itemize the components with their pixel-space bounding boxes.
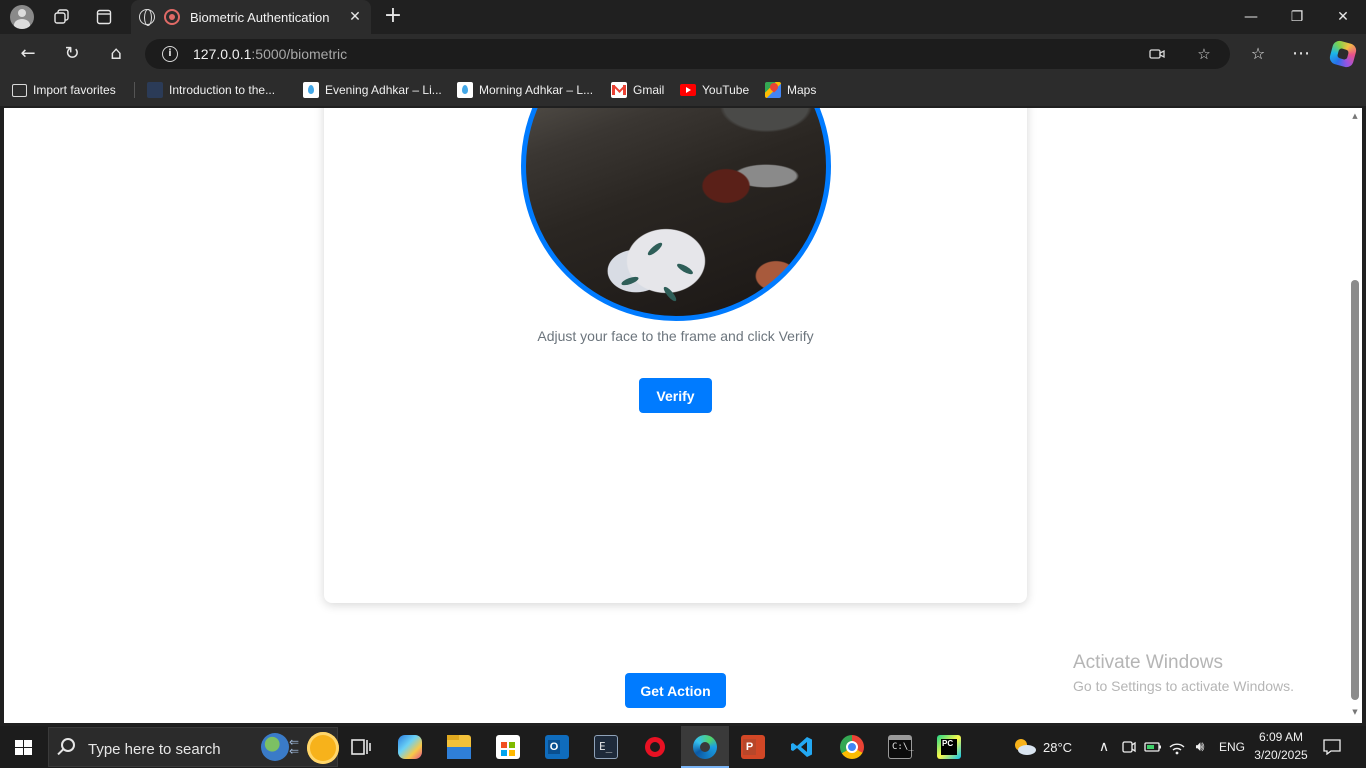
vscode-icon[interactable]	[790, 735, 814, 759]
input-language[interactable]: ENG	[1219, 740, 1245, 754]
favorite-gmail[interactable]: Gmail	[611, 82, 664, 98]
taskbar-search-box[interactable]: Type here to search ⇐ ⇐	[48, 727, 339, 767]
powerpoint-icon[interactable]: P	[741, 735, 765, 759]
favorite-label: Morning Adhkar – L...	[479, 83, 594, 97]
scroll-down-icon[interactable]: ▼	[1350, 708, 1360, 716]
workspaces-icon[interactable]	[50, 5, 74, 29]
search-highlight-arrows-icon: ⇐ ⇐	[289, 735, 300, 758]
search-placeholder: Type here to search	[88, 741, 221, 758]
globe-icon	[139, 9, 155, 26]
biometric-card: Adjust your face to the frame and click …	[324, 108, 1027, 603]
volume-icon[interactable]: 🔊︎	[1190, 737, 1210, 757]
tab-close-icon[interactable]: ✕	[345, 7, 365, 27]
file-explorer-icon[interactable]	[447, 735, 471, 759]
home-button[interactable]: ⌂	[104, 42, 128, 66]
page-icon	[147, 82, 163, 98]
favorite-youtube[interactable]: YouTube	[680, 82, 749, 98]
notification-center-icon[interactable]	[1322, 737, 1342, 757]
camera-feed	[521, 108, 831, 321]
recording-indicator-icon	[164, 9, 180, 25]
address-url[interactable]: 127.0.0.1:5000/biometric	[193, 46, 347, 62]
pycharm-icon[interactable]: PC	[937, 735, 961, 759]
profile-avatar-icon[interactable]	[10, 5, 34, 29]
wifi-icon[interactable]	[1167, 737, 1187, 757]
favorites-button[interactable]: ☆	[1246, 42, 1270, 66]
watermark-subtitle: Go to Settings to activate Windows.	[1073, 678, 1294, 694]
maps-icon	[765, 82, 781, 98]
page-scrollbar[interactable]: ▲ ▼	[1348, 108, 1362, 723]
scrollbar-thumb[interactable]	[1351, 280, 1359, 700]
recorder-icon[interactable]	[643, 735, 667, 759]
import-icon	[12, 83, 27, 97]
weather-temperature[interactable]: 28°C	[1043, 740, 1072, 755]
task-view-icon[interactable]	[349, 735, 373, 759]
browser-toolbar: ← ↻ ⌂ i 127.0.0.1:5000/biometric ☆ ☆ ⋯	[0, 34, 1366, 74]
camera-in-use-icon[interactable]	[1145, 42, 1169, 66]
address-bar[interactable]: i 127.0.0.1:5000/biometric ☆	[145, 39, 1230, 69]
battery-icon[interactable]	[1143, 737, 1163, 757]
gmail-icon	[611, 82, 627, 98]
chrome-icon[interactable]	[840, 735, 864, 759]
tab-actions-icon[interactable]	[92, 5, 116, 29]
favorite-morning-adhkar[interactable]: Morning Adhkar – L...	[457, 82, 593, 98]
more-options-button[interactable]: ⋯	[1289, 42, 1313, 66]
reload-button[interactable]: ↻	[60, 42, 84, 66]
favorite-label: Import favorites	[33, 83, 116, 97]
youtube-icon	[680, 84, 696, 96]
close-window-button[interactable]: ✕	[1320, 0, 1366, 34]
activate-windows-watermark: Activate Windows Go to Settings to activ…	[1073, 652, 1294, 694]
windows-taskbar: Type here to search ⇐ ⇐ O E_ P C:\_ PC 2…	[0, 726, 1366, 768]
weather-icon[interactable]	[1011, 737, 1037, 757]
show-hidden-icons-chevron-up-icon[interactable]: ∧	[1094, 737, 1114, 757]
terminal-e-icon[interactable]: E_	[594, 735, 618, 759]
search-highlight-sun-icon	[307, 732, 339, 764]
tab-title: Biometric Authentication	[190, 10, 330, 25]
get-action-button[interactable]: Get Action	[625, 673, 726, 708]
clock-time[interactable]: 6:09 AM	[1255, 730, 1307, 744]
scroll-up-icon[interactable]: ▲	[1350, 112, 1360, 120]
instructions-text: Adjust your face to the frame and click …	[537, 328, 814, 344]
search-highlight-globe-icon	[261, 733, 289, 761]
microsoft-store-icon[interactable]	[496, 735, 520, 759]
start-button[interactable]	[15, 740, 32, 756]
pillow-pattern	[661, 285, 679, 303]
back-button[interactable]: ←	[16, 42, 40, 66]
copilot-taskbar-icon[interactable]	[398, 735, 422, 759]
drop-icon	[457, 82, 473, 98]
favorite-import-favorites[interactable]: Import favorites	[12, 82, 116, 98]
add-favorite-icon[interactable]: ☆	[1192, 42, 1216, 66]
verify-button[interactable]: Verify	[639, 378, 712, 413]
outlook-icon[interactable]: O	[545, 735, 569, 759]
search-icon	[61, 738, 75, 752]
favorite-evening-adhkar[interactable]: Evening Adhkar – Li...	[303, 82, 442, 98]
drop-icon	[303, 82, 319, 98]
minimize-button[interactable]: —	[1228, 0, 1274, 34]
copilot-icon[interactable]	[1328, 39, 1358, 69]
command-prompt-icon[interactable]: C:\_	[888, 735, 914, 759]
new-tab-button[interactable]: +	[381, 5, 405, 29]
watermark-title: Activate Windows	[1073, 652, 1223, 673]
favorite-label: Gmail	[633, 83, 665, 97]
meet-now-icon[interactable]	[1119, 737, 1139, 757]
favorite-maps[interactable]: Maps	[765, 82, 816, 98]
pillow-pattern	[620, 275, 640, 287]
favorite-label: Maps	[787, 83, 817, 97]
favorite-introduction[interactable]: Introduction to the...	[147, 82, 275, 98]
browser-tab-bar: Biometric Authentication ✕ + — ❐ ✕	[0, 0, 1366, 34]
site-info-icon[interactable]: i	[162, 46, 178, 62]
page-viewport: Adjust your face to the frame and click …	[4, 108, 1348, 723]
favorite-label: YouTube	[702, 83, 750, 97]
pillow-pattern	[675, 261, 695, 277]
clock-date[interactable]: 3/20/2025	[1252, 748, 1310, 762]
favorite-label: Evening Adhkar – Li...	[325, 83, 442, 97]
pillow-pattern	[646, 240, 664, 258]
favorite-label: Introduction to the...	[169, 83, 276, 97]
maximize-button[interactable]: ❐	[1274, 0, 1320, 34]
tab-biometric-authentication[interactable]: Biometric Authentication ✕	[131, 0, 371, 34]
favorites-divider	[134, 82, 135, 98]
edge-icon[interactable]	[693, 735, 717, 759]
favorites-bar: Import favorites Introduction to the... …	[0, 74, 1366, 106]
